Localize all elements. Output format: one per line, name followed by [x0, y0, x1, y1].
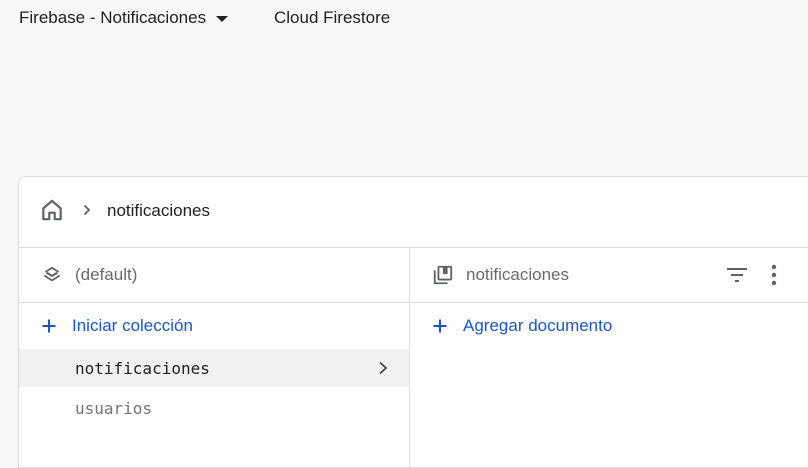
dropdown-caret-icon: [216, 15, 229, 22]
start-collection-label: Iniciar colección: [72, 316, 193, 335]
project-name: Firebase - Notificaciones: [19, 8, 207, 27]
collection-stack-icon: [433, 265, 453, 285]
home-icon[interactable]: [39, 197, 65, 223]
more-vert-icon[interactable]: [765, 263, 783, 287]
root-panel: (default) Iniciar colección notificacion…: [19, 248, 410, 468]
chevron-right-icon: [379, 361, 388, 375]
chevron-right-icon: [83, 204, 91, 216]
collection-item-notificaciones[interactable]: notificaciones: [19, 349, 409, 387]
add-document-button[interactable]: Agregar documento: [432, 316, 612, 336]
breadcrumb-item-notificaciones[interactable]: notificaciones: [107, 201, 210, 221]
start-collection-button[interactable]: Iniciar colección: [41, 316, 193, 336]
add-document-label: Agregar documento: [463, 316, 613, 335]
database-layers-icon: [44, 266, 60, 282]
filter-icon[interactable]: [725, 264, 749, 286]
collection-item-usuarios[interactable]: usuarios: [19, 389, 409, 427]
collection-title: notificaciones: [466, 265, 570, 284]
collection-name: notificaciones: [75, 358, 210, 378]
breadcrumb: notificaciones: [19, 177, 808, 248]
collection-name: usuarios: [75, 398, 153, 418]
collection-panel-header: notificaciones: [410, 248, 808, 303]
firestore-data-card: notificaciones (default) Iniciar colecci…: [18, 176, 808, 468]
plus-icon: [42, 319, 56, 333]
collection-panel: notificaciones Agregar documento: [410, 248, 808, 468]
plus-icon: [433, 319, 447, 333]
project-selector[interactable]: Firebase - Notificaciones: [19, 8, 229, 28]
root-panel-header: (default): [19, 248, 409, 303]
top-bar: Firebase - Notificaciones Cloud Firestor…: [0, 0, 808, 40]
database-title: (default): [75, 265, 138, 284]
product-title: Cloud Firestore: [274, 8, 391, 27]
